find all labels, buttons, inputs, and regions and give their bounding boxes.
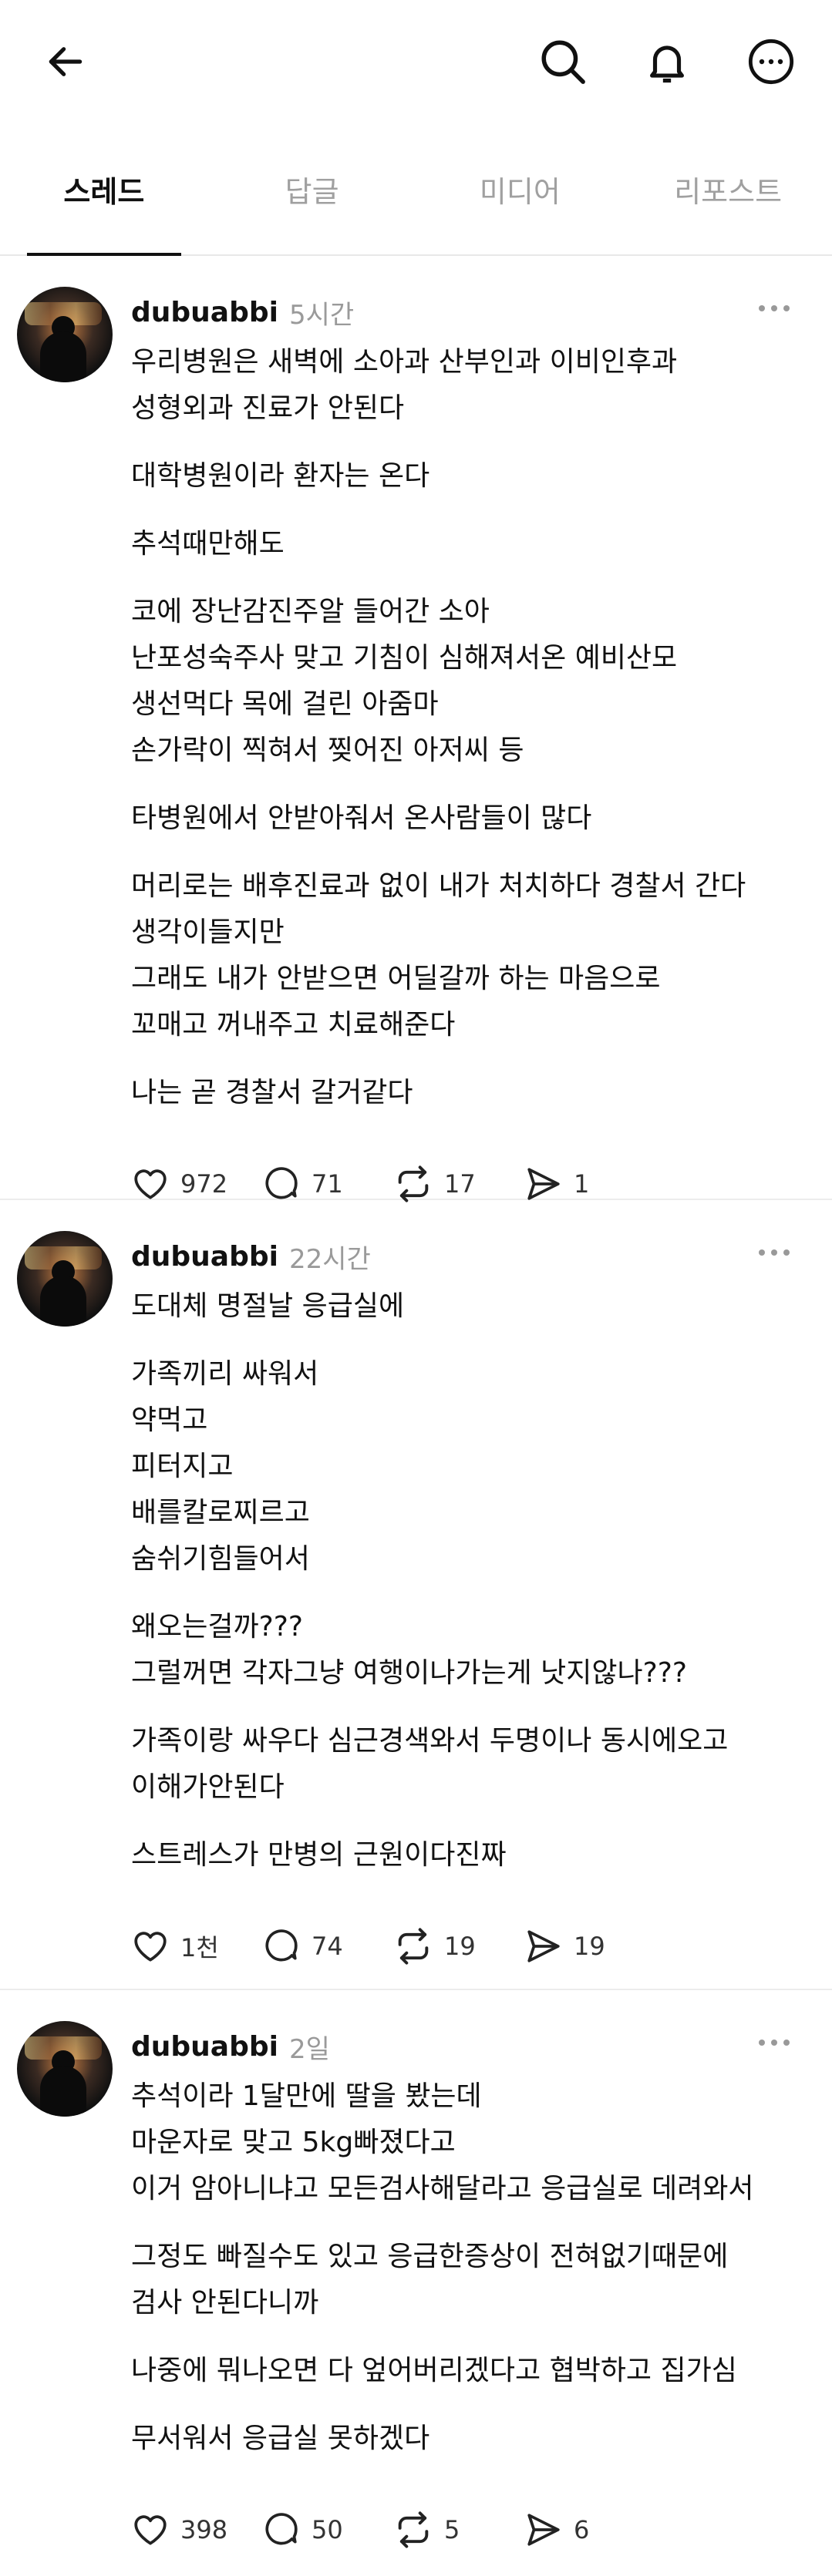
like-count: 398 [180, 2515, 228, 2544]
post-actions: 1천 74 19 19 [131, 1900, 801, 1993]
thread-post: dubuabbi 5시간 우리병원은 새벽에 소아과 산부인과 이비인후과 성형… [0, 256, 832, 1203]
post-paragraph: 가족이랑 싸우다 심근경색와서 두명이나 동시에오고 이해가안된다 [131, 1725, 729, 1803]
username[interactable]: dubuabbi [131, 1241, 278, 1273]
username[interactable]: dubuabbi [131, 2031, 278, 2063]
post-paragraph: 추석때만해도 [131, 528, 285, 560]
post-body: 우리병원은 새벽에 소아과 산부인과 이비인후과 성형외과 진료가 안된다 대학… [131, 339, 801, 1116]
repost-button[interactable]: 17 [393, 1164, 493, 1204]
send-icon [527, 1168, 560, 1200]
more-horizontal-icon [759, 1249, 790, 1256]
username[interactable]: dubuabbi [131, 297, 278, 328]
repost-button[interactable]: 19 [393, 1926, 493, 1966]
tab-replies[interactable]: 답글 [208, 123, 416, 254]
back-button[interactable] [35, 31, 96, 92]
post-time: 2일 [288, 2033, 330, 2065]
reply-button[interactable]: 71 [262, 1165, 362, 1203]
reply-count: 74 [312, 1932, 343, 1961]
comment-icon [265, 2513, 298, 2545]
post-paragraph: 그정도 빠질수도 있고 응급한증상이 전혀없기때문에 검사 안된다니까 [131, 2241, 729, 2319]
share-count: 19 [574, 1932, 605, 1961]
like-count: 972 [180, 1169, 228, 1199]
search-icon [541, 40, 585, 84]
tab-threads[interactable]: 스레드 [0, 123, 208, 256]
arrow-left-icon [49, 47, 83, 76]
post-paragraph: 우리병원은 새벽에 소아과 산부인과 이비인후과 성형외과 진료가 안된다 [131, 346, 678, 424]
comment-icon [265, 1167, 298, 1199]
comment-icon [265, 1929, 298, 1962]
like-count: 1천 [180, 1933, 219, 1962]
post-paragraph: 왜오는걸까??? 그럴꺼면 각자그냥 여행이나가는게 낫지않나??? [131, 1611, 687, 1689]
repost-icon [398, 2511, 429, 2548]
post-time: 22시간 [288, 1243, 371, 1275]
post-body: 도대체 명절날 응급실에 가족끼리 싸워서 약먹고 피터지고 배를칼로찌르고 숨… [131, 1283, 801, 1878]
post-paragraph: 타병원에서 안받아줘서 온사람들이 많다 [131, 802, 592, 834]
post-more-button[interactable] [747, 293, 801, 324]
reply-button[interactable]: 50 [262, 2510, 362, 2549]
send-icon [527, 1930, 560, 1962]
like-button[interactable]: 972 [131, 1165, 231, 1203]
notifications-button[interactable] [636, 31, 698, 92]
thread-post: dubuabbi 22시간 도대체 명절날 응급실에 가족끼리 싸워서 약먹고 … [0, 1200, 832, 1990]
avatar[interactable] [17, 1231, 113, 1327]
share-count: 6 [574, 2515, 590, 2544]
post-paragraph: 추석이라 1달만에 딸을 봤는데 마운자로 맞고 5kg빠졌다고 이거 암아니냐… [131, 2080, 754, 2204]
tab-media[interactable]: 미디어 [416, 123, 625, 254]
post-paragraph: 가족끼리 싸워서 약먹고 피터지고 배를칼로찌르고 숨쉬기힘들어서 [131, 1358, 319, 1575]
post-paragraph: 스트레스가 만병의 근원이다진짜 [131, 1839, 507, 1871]
reply-count: 50 [312, 2515, 343, 2544]
more-horizontal-icon [759, 305, 790, 311]
more-horizontal-circle-icon [748, 39, 794, 85]
repost-count: 19 [444, 1932, 476, 1961]
thread-post: dubuabbi 2일 추석이라 1달만에 딸을 봤는데 마운자로 맞고 5kg… [0, 1990, 832, 2574]
post-paragraph: 대학병원이라 환자는 온다 [131, 460, 430, 492]
heart-icon [134, 2515, 167, 2545]
post-paragraph: 코에 장난감진주알 들어간 소아 난포성숙주사 맞고 기침이 심해져서온 예비산… [131, 596, 678, 766]
heart-icon [134, 1169, 167, 1199]
tab-reposts[interactable]: 리포스트 [624, 123, 832, 254]
avatar[interactable] [17, 2021, 113, 2117]
post-time: 5시간 [288, 299, 355, 331]
repost-count: 5 [444, 2515, 460, 2544]
post-paragraph: 나는 곧 경찰서 갈거같다 [131, 1077, 413, 1108]
repost-count: 17 [444, 1169, 476, 1199]
more-horizontal-icon [759, 2040, 790, 2046]
post-paragraph: 나중에 뭐나오면 다 엎어버리겠다고 협박하고 집가심 [131, 2355, 737, 2386]
post-paragraph: 머리로는 배후진료과 없이 내가 처치하다 경찰서 간다 생각이들지만 그래도 … [131, 870, 746, 1041]
share-button[interactable]: 6 [524, 2510, 625, 2549]
repost-icon [398, 1928, 429, 1965]
bell-icon [650, 45, 684, 83]
top-bar [0, 0, 832, 123]
post-more-button[interactable] [747, 1237, 801, 1268]
repost-button[interactable]: 5 [393, 2510, 493, 2550]
send-icon [527, 2514, 560, 2546]
post-more-button[interactable] [747, 2027, 801, 2058]
share-count: 1 [574, 1169, 590, 1199]
heart-icon [134, 1932, 167, 1962]
search-button[interactable] [532, 31, 594, 92]
share-button[interactable]: 1 [524, 1165, 625, 1203]
more-options-button[interactable] [740, 31, 802, 92]
repost-icon [398, 1165, 429, 1202]
reply-button[interactable]: 74 [262, 1927, 362, 1966]
like-button[interactable]: 398 [131, 2510, 231, 2549]
post-body: 추석이라 1달만에 딸을 봤는데 마운자로 맞고 5kg빠졌다고 이거 암아니냐… [131, 2073, 801, 2462]
share-button[interactable]: 19 [524, 1927, 625, 1966]
reply-count: 71 [312, 1169, 343, 1199]
avatar[interactable] [17, 287, 113, 382]
like-button[interactable]: 1천 [131, 1927, 231, 1966]
profile-tabs: 스레드 답글 미디어 리포스트 [0, 123, 832, 256]
post-actions: 398 50 5 6 [131, 2484, 801, 2576]
post-paragraph: 무서워서 응급실 못하겠다 [131, 2423, 430, 2454]
post-paragraph: 도대체 명절날 응급실에 [131, 1290, 405, 1322]
